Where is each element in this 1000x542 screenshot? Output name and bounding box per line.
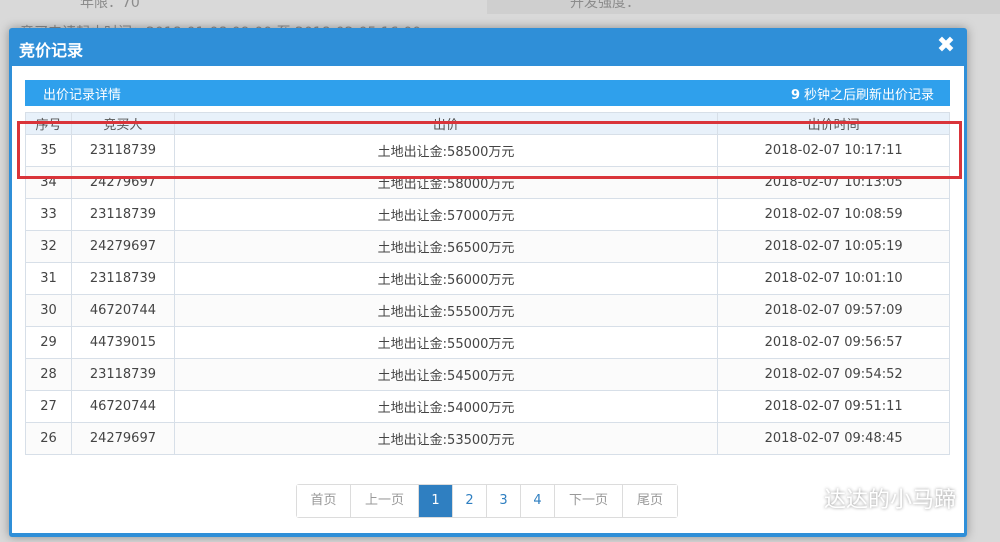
countdown-text: 秒钟之后刷新出价记录 xyxy=(803,88,934,103)
cell-price: 土地出让金:55500万元 xyxy=(173,294,719,327)
cell-price: 土地出让金:58000万元 xyxy=(173,166,719,199)
bid-record-table: 序号 竞买人 出价 出价时间 35 23118739 土地出让金:58500万元… xyxy=(25,112,950,455)
bid-detail-label: 出价记录详情 xyxy=(43,88,122,103)
background-intensity-label: 开发强度： xyxy=(570,0,640,11)
table-row: 32 24279697 土地出让金:56500万元 2018-02-07 10:… xyxy=(25,230,950,263)
cell-bidder: 23118739 xyxy=(70,134,175,167)
cell-price: 土地出让金:54500万元 xyxy=(173,358,719,391)
cell-seq: 34 xyxy=(25,166,72,199)
next-page-button[interactable]: 下一页 xyxy=(555,485,623,517)
cell-time: 2018-02-07 09:48:45 xyxy=(717,422,950,455)
cell-price: 土地出让金:56000万元 xyxy=(173,262,719,295)
cell-time: 2018-02-07 09:51:11 xyxy=(717,390,950,423)
countdown-seconds: 9 xyxy=(790,88,800,103)
bid-info-bar: 出价记录详情 9 秒钟之后刷新出价记录 xyxy=(25,80,950,106)
table-row: 26 24279697 土地出让金:53500万元 2018-02-07 09:… xyxy=(25,422,950,455)
prev-page-button[interactable]: 上一页 xyxy=(351,485,419,517)
cell-seq: 32 xyxy=(25,230,72,263)
last-page-button[interactable]: 尾页 xyxy=(623,485,677,517)
refresh-countdown: 9 秒钟之后刷新出价记录 xyxy=(791,84,934,103)
header-bidder: 竞买人 xyxy=(70,112,175,135)
page-3-button[interactable]: 3 xyxy=(487,485,521,517)
cell-time: 2018-02-07 09:54:52 xyxy=(717,358,950,391)
table-row: 31 23118739 土地出让金:56000万元 2018-02-07 10:… xyxy=(25,262,950,295)
first-page-button[interactable]: 首页 xyxy=(297,485,351,517)
table-row: 30 46720744 土地出让金:55500万元 2018-02-07 09:… xyxy=(25,294,950,327)
cell-seq: 35 xyxy=(25,134,72,167)
table-row: 33 23118739 土地出让金:57000万元 2018-02-07 10:… xyxy=(25,198,950,231)
cell-time: 2018-02-07 10:17:11 xyxy=(717,134,950,167)
close-icon[interactable]: ✖ xyxy=(935,34,957,58)
cell-seq: 30 xyxy=(25,294,72,327)
cell-price: 土地出让金:58500万元 xyxy=(173,134,719,167)
cell-seq: 31 xyxy=(25,262,72,295)
modal-title: 竞价记录 xyxy=(19,41,84,60)
cell-bidder: 23118739 xyxy=(70,198,175,231)
cell-time: 2018-02-07 10:13:05 xyxy=(717,166,950,199)
cell-seq: 29 xyxy=(25,326,72,359)
cell-bidder: 46720744 xyxy=(70,294,175,327)
bid-record-modal: 竞价记录 ✖ 出价记录详情 9 秒钟之后刷新出价记录 序号 竞买人 出价 出价时间… xyxy=(9,28,967,537)
table-header-row: 序号 竞买人 出价 出价时间 xyxy=(25,112,950,135)
table-row: 35 23118739 土地出让金:58500万元 2018-02-07 10:… xyxy=(25,134,950,167)
cell-bidder: 24279697 xyxy=(70,166,175,199)
cell-price: 土地出让金:56500万元 xyxy=(173,230,719,263)
cell-bidder: 23118739 xyxy=(70,262,175,295)
cell-time: 2018-02-07 10:01:10 xyxy=(717,262,950,295)
page-1-button[interactable]: 1 xyxy=(419,485,453,517)
cell-price: 土地出让金:54000万元 xyxy=(173,390,719,423)
header-seq: 序号 xyxy=(25,112,72,135)
cell-seq: 28 xyxy=(25,358,72,391)
cell-seq: 33 xyxy=(25,198,72,231)
cell-seq: 26 xyxy=(25,422,72,455)
page-2-button[interactable]: 2 xyxy=(453,485,487,517)
cell-time: 2018-02-07 09:56:57 xyxy=(717,326,950,359)
cell-bidder: 44739015 xyxy=(70,326,175,359)
cell-time: 2018-02-07 10:08:59 xyxy=(717,198,950,231)
table-row: 27 46720744 土地出让金:54000万元 2018-02-07 09:… xyxy=(25,390,950,423)
cell-price: 土地出让金:53500万元 xyxy=(173,422,719,455)
background-panel xyxy=(487,0,1000,14)
cell-time: 2018-02-07 10:05:19 xyxy=(717,230,950,263)
header-price: 出价 xyxy=(173,112,719,135)
watermark-text: 达达的小马蹄 xyxy=(824,488,957,513)
watermark: 达达的小马蹄 xyxy=(788,482,956,514)
wechat-icon xyxy=(789,487,816,509)
background-term-label: 年限：70 xyxy=(80,0,140,11)
table-row: 34 24279697 土地出让金:58000万元 2018-02-07 10:… xyxy=(25,166,950,199)
pagination: 首页 上一页 1 2 3 4 下一页 尾页 xyxy=(296,484,678,518)
table-row: 28 23118739 土地出让金:54500万元 2018-02-07 09:… xyxy=(25,358,950,391)
cell-bidder: 24279697 xyxy=(70,230,175,263)
cell-bidder: 24279697 xyxy=(70,422,175,455)
table-row: 29 44739015 土地出让金:55000万元 2018-02-07 09:… xyxy=(25,326,950,359)
page-4-button[interactable]: 4 xyxy=(521,485,555,517)
modal-header: 竞价记录 ✖ xyxy=(9,28,967,66)
cell-seq: 27 xyxy=(25,390,72,423)
modal-body: 出价记录详情 9 秒钟之后刷新出价记录 序号 竞买人 出价 出价时间 35 231… xyxy=(12,66,964,533)
cell-price: 土地出让金:55000万元 xyxy=(173,326,719,359)
cell-time: 2018-02-07 09:57:09 xyxy=(717,294,950,327)
cell-bidder: 46720744 xyxy=(70,390,175,423)
cell-bidder: 23118739 xyxy=(70,358,175,391)
cell-price: 土地出让金:57000万元 xyxy=(173,198,719,231)
header-time: 出价时间 xyxy=(717,112,950,135)
